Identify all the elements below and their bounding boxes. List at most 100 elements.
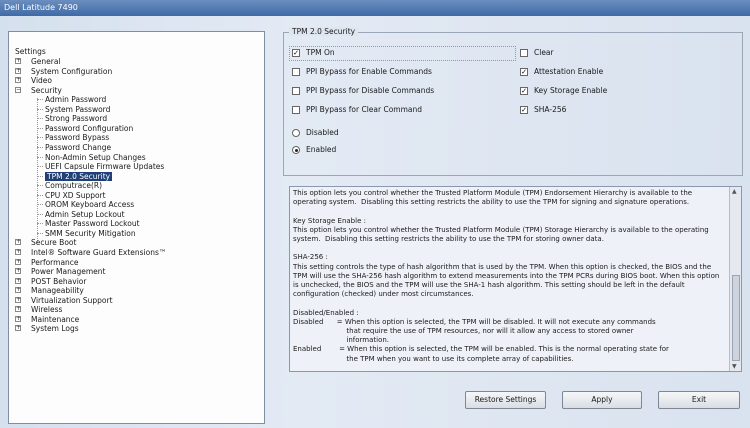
checkbox-checked-icon[interactable]: ✓ bbox=[520, 68, 528, 76]
tree-item-label: Password Bypass bbox=[45, 133, 110, 143]
tree-item-label: Password Configuration bbox=[45, 123, 134, 133]
tree-item[interactable]: Computrace(R) bbox=[9, 181, 259, 190]
tree-item-label: Intel® Software Guard Extensions™ bbox=[31, 248, 167, 257]
tree-item[interactable]: + System Configuration bbox=[9, 67, 259, 76]
tree-item-label: POST Behavior bbox=[31, 276, 87, 286]
scroll-up-icon[interactable]: ▲ bbox=[732, 188, 737, 195]
scroll-thumb[interactable] bbox=[732, 275, 740, 361]
checkbox-checked-icon[interactable]: ✓ bbox=[520, 106, 528, 114]
settings-tree[interactable]: Settings + General + System Configuration + V… bbox=[8, 31, 265, 424]
tree-item-label: System Configuration bbox=[31, 66, 113, 76]
tree-item[interactable]: + Performance bbox=[9, 258, 259, 267]
tree-item[interactable]: + Virtualization Support bbox=[9, 296, 259, 305]
expand-icon[interactable]: + bbox=[15, 268, 21, 275]
tree-item[interactable]: + Video bbox=[9, 76, 259, 85]
tree-item[interactable]: OROM Keyboard Access bbox=[9, 200, 259, 209]
tree-item[interactable]: Password Bypass bbox=[9, 133, 259, 142]
tree-item[interactable]: + Intel® Software Guard Extensions™ bbox=[9, 248, 259, 257]
tree-item-label: Manageability bbox=[31, 286, 84, 296]
tree-item[interactable]: + Power Management bbox=[9, 267, 259, 276]
tree-item[interactable]: Strong Password bbox=[9, 114, 259, 123]
window-title: Dell Latitude 7490 bbox=[4, 3, 78, 12]
help-text: This option lets you control whether the… bbox=[293, 189, 720, 363]
tree-item[interactable]: + Manageability bbox=[9, 286, 259, 295]
tree-item[interactable]: CPU XD Support bbox=[9, 191, 259, 200]
exit-button[interactable]: Exit bbox=[658, 391, 740, 409]
tree-item[interactable]: SMM Security Mitigation bbox=[9, 229, 259, 238]
expand-icon[interactable]: + bbox=[15, 315, 21, 322]
option-label: SHA-256 bbox=[534, 105, 567, 114]
checkbox-icon[interactable] bbox=[292, 106, 300, 114]
apply-button[interactable]: Apply bbox=[562, 391, 642, 409]
tree-item-label: Computrace(R) bbox=[45, 181, 103, 191]
tree-item[interactable]: + Wireless bbox=[9, 305, 259, 314]
expand-icon[interactable]: + bbox=[15, 258, 21, 265]
tree-item-label: Admin Password bbox=[45, 95, 107, 105]
tree-item-label: Strong Password bbox=[45, 114, 108, 124]
scroll-down-icon[interactable]: ▼ bbox=[732, 363, 737, 370]
option-label: PPI Bypass for Disable Commands bbox=[306, 86, 435, 95]
tree-item-label: Admin Setup Lockout bbox=[45, 209, 125, 219]
tree-item[interactable]: TPM 2.0 Security bbox=[9, 171, 259, 181]
option-label: Attestation Enable bbox=[534, 67, 604, 76]
restore-settings-button[interactable]: Restore Settings bbox=[465, 391, 546, 409]
radio-selected-icon[interactable] bbox=[292, 146, 300, 154]
checkbox-icon[interactable] bbox=[520, 49, 528, 57]
tree-item[interactable]: − Security bbox=[9, 86, 259, 95]
tree-item[interactable]: + POST Behavior bbox=[9, 277, 259, 286]
expand-icon[interactable]: + bbox=[15, 306, 21, 313]
option-label: Disabled bbox=[306, 128, 339, 137]
window-title-bar: Dell Latitude 7490 bbox=[0, 0, 750, 16]
tree-item-label: Security bbox=[31, 85, 62, 95]
expand-icon[interactable]: + bbox=[15, 296, 21, 303]
checkbox-checked-icon[interactable]: ✓ bbox=[520, 87, 528, 95]
checkbox-checked-icon[interactable]: ✓ bbox=[292, 49, 300, 57]
tree-item-label: Secure Boot bbox=[31, 238, 77, 248]
checkbox-icon[interactable] bbox=[292, 87, 300, 95]
tree-item[interactable]: Password Change bbox=[9, 143, 259, 152]
collapse-icon[interactable]: − bbox=[15, 86, 21, 93]
tree-item[interactable]: + Maintenance bbox=[9, 315, 259, 324]
expand-icon[interactable]: + bbox=[15, 239, 21, 246]
tree-item[interactable]: Password Configuration bbox=[9, 124, 259, 133]
tree-item-label: OROM Keyboard Access bbox=[45, 200, 135, 210]
tree-item[interactable]: Non-Admin Setup Changes bbox=[9, 153, 259, 162]
checkbox-icon[interactable] bbox=[292, 68, 300, 76]
option-label: Key Storage Enable bbox=[534, 86, 608, 95]
tree-item[interactable]: Master Password Lockout bbox=[9, 219, 259, 228]
radio-icon[interactable] bbox=[292, 129, 300, 137]
option-label: TPM On bbox=[306, 48, 335, 57]
tree-item[interactable]: System Password bbox=[9, 105, 259, 114]
tree-item[interactable]: UEFI Capsule Firmware Updates bbox=[9, 162, 259, 171]
help-scrollbar[interactable]: ▲ ▼ bbox=[729, 187, 741, 371]
tree-item-label: System Password bbox=[45, 104, 111, 114]
tree-item[interactable]: Admin Setup Lockout bbox=[9, 210, 259, 219]
expand-icon[interactable]: + bbox=[15, 77, 21, 84]
tree-item-label: System Logs bbox=[31, 324, 79, 334]
expand-icon[interactable]: + bbox=[15, 58, 21, 64]
expand-icon[interactable]: + bbox=[15, 67, 21, 74]
tree-item[interactable]: + General bbox=[9, 57, 259, 66]
tree-item-label: TPM 2.0 Security bbox=[45, 171, 113, 181]
option-label: PPI Bypass for Clear Command bbox=[306, 105, 423, 114]
tree-item[interactable]: + Secure Boot bbox=[9, 238, 259, 247]
expand-icon[interactable]: + bbox=[15, 249, 21, 255]
option-label: PPI Bypass for Enable Commands bbox=[306, 67, 432, 76]
tree-item-label: Virtualization Support bbox=[31, 295, 113, 305]
tpm-group-title: TPM 2.0 Security bbox=[289, 27, 359, 36]
tree-item[interactable]: + System Logs bbox=[9, 324, 259, 333]
expand-icon[interactable]: + bbox=[15, 287, 21, 294]
expand-icon[interactable]: + bbox=[15, 325, 21, 332]
option-label: Clear bbox=[534, 48, 554, 57]
tree-item-label: Video bbox=[31, 76, 53, 86]
tree-root-label: Settings bbox=[15, 47, 46, 56]
expand-icon[interactable]: + bbox=[15, 277, 21, 284]
tree-item-label: Performance bbox=[31, 257, 79, 267]
tree-item-label: Master Password Lockout bbox=[45, 219, 140, 229]
tree-item-label: General bbox=[31, 57, 61, 66]
help-panel[interactable]: This option lets you control whether the… bbox=[289, 186, 742, 372]
tree-item-label: SMM Security Mitigation bbox=[45, 228, 136, 238]
tree-item[interactable]: Admin Password bbox=[9, 95, 259, 104]
tree-item-label: UEFI Capsule Firmware Updates bbox=[45, 162, 165, 172]
bios-client-area: Settings + General + System Configuration + V… bbox=[0, 16, 750, 428]
